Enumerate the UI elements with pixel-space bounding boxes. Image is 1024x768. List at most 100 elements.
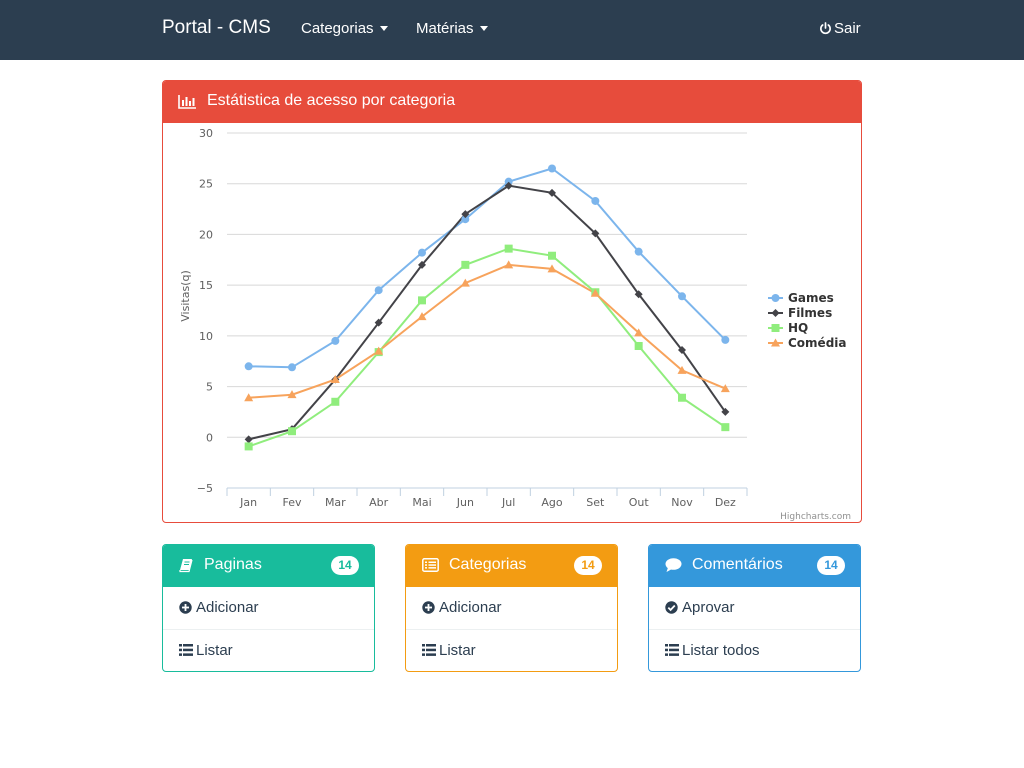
y-tick-label: 0 xyxy=(206,431,213,444)
series-line-hq xyxy=(248,247,726,448)
stats-panel-header: Estátistica de acesso por categoria xyxy=(163,81,861,123)
legend-item-games[interactable]: Games xyxy=(768,291,834,305)
data-point-games xyxy=(418,248,426,257)
comentarios-listar-todos-label: Listar todos xyxy=(682,642,760,659)
data-point-filmes xyxy=(244,435,253,444)
x-tick-label: Mar xyxy=(325,496,346,509)
y-tick-label: 5 xyxy=(206,381,213,394)
data-point-hq xyxy=(331,397,340,406)
paginas-panel: Paginas 14 Adicionar Listar xyxy=(162,544,375,672)
stats-panel-title: Estátistica de acesso por categoria xyxy=(207,92,456,109)
data-point-games xyxy=(288,363,296,372)
legend-label: Filmes xyxy=(788,306,832,320)
data-point-hq xyxy=(288,427,296,436)
legend-symbol-marker xyxy=(771,294,780,302)
paginas-adicionar-label: Adicionar xyxy=(196,599,259,616)
data-point-hq xyxy=(678,393,686,402)
logout-link[interactable]: Sair xyxy=(819,20,861,37)
caret-down-icon xyxy=(379,25,388,31)
data-point-hq xyxy=(721,423,730,432)
x-tick-label: Jul xyxy=(501,496,515,509)
series-line-filmes xyxy=(248,184,727,441)
bar-chart-icon xyxy=(178,95,196,109)
paginas-listar-link[interactable]: Listar xyxy=(163,629,374,671)
legend-label: Comédia xyxy=(788,336,847,350)
logout-label: Sair xyxy=(834,20,861,37)
navbar: Portal - CMS Categorias Matérias Sair xyxy=(0,0,1024,60)
categorias-count-badge: 14 xyxy=(574,556,602,575)
materias-dropdown[interactable]: Matérias xyxy=(416,20,488,37)
y-tick-label: −5 xyxy=(197,482,213,495)
comentarios-count-badge: 14 xyxy=(817,556,845,575)
paginas-adicionar-link[interactable]: Adicionar xyxy=(163,587,374,629)
data-point-hq xyxy=(244,442,253,451)
x-tick-label: Fev xyxy=(282,496,301,509)
paginas-count-badge: 14 xyxy=(331,556,359,575)
comment-icon xyxy=(665,558,682,572)
plus-circle-icon xyxy=(179,601,192,614)
x-tick-label: Mai xyxy=(412,496,431,509)
data-point-hq xyxy=(418,296,426,305)
data-point-hq xyxy=(548,251,556,260)
y-tick-label: 20 xyxy=(199,228,213,241)
data-point-games xyxy=(244,362,253,371)
categorias-listar-label: Listar xyxy=(439,642,476,659)
data-point-hq xyxy=(634,342,643,350)
categorias-listar-link[interactable]: Listar xyxy=(406,629,617,671)
legend-item-comedia[interactable]: Comédia xyxy=(768,336,847,350)
data-point-games xyxy=(721,335,730,344)
stats-panel: Estátistica de acesso por categoria −5 0 5… xyxy=(162,80,862,523)
y-axis-title: Visitas(q) xyxy=(179,270,192,321)
data-point-games xyxy=(548,164,556,173)
comentarios-panel-title: Comentários xyxy=(692,556,783,573)
paginas-panel-title: Paginas xyxy=(204,556,262,573)
data-point-games xyxy=(634,247,643,256)
y-tick-label: 15 xyxy=(199,279,213,292)
categorias-dropdown[interactable]: Categorias xyxy=(301,20,388,37)
y-tick-label: 30 xyxy=(199,127,213,140)
list-alt-icon xyxy=(422,558,439,572)
paginas-panel-header: Paginas 14 xyxy=(163,545,374,587)
materias-label: Matérias xyxy=(416,20,474,37)
paginas-listar-label: Listar xyxy=(196,642,233,659)
x-tick-label: Nov xyxy=(671,496,693,509)
check-circle-icon xyxy=(665,601,678,614)
categorias-adicionar-label: Adicionar xyxy=(439,599,502,616)
x-tick-label: Jun xyxy=(456,496,474,509)
categorias-panel-header: Categorias 14 xyxy=(406,545,617,587)
data-point-games xyxy=(331,336,340,345)
comentarios-listar-todos-link[interactable]: Listar todos xyxy=(649,629,860,671)
chart-credits[interactable]: Highcharts.com xyxy=(780,512,851,522)
line-chart: −5 0 5 10 15 20 25 30 Jan Fev Mar Abr Mai Jun Jul Ago Se… xyxy=(179,127,851,522)
data-point-hq xyxy=(504,244,513,253)
categorias-panel: Categorias 14 Adicionar Listar xyxy=(405,544,618,672)
x-tick-label: Out xyxy=(629,496,650,509)
book-icon xyxy=(179,559,193,573)
series-line-games xyxy=(248,167,727,369)
list-icon xyxy=(179,644,193,656)
legend-item-filmes[interactable]: Filmes xyxy=(768,306,832,320)
plus-circle-icon xyxy=(422,601,435,614)
legend-symbol-marker xyxy=(771,324,780,332)
legend-symbol-marker xyxy=(771,309,780,317)
data-point-games xyxy=(374,286,383,295)
legend-item-hq[interactable]: HQ xyxy=(768,321,808,335)
x-tick-label: Set xyxy=(586,496,605,509)
y-tick-label: 10 xyxy=(199,330,213,343)
x-tick-label: Dez xyxy=(715,496,736,509)
data-point-games xyxy=(678,292,686,301)
legend-label: HQ xyxy=(788,321,808,335)
brand-link[interactable]: Portal - CMS xyxy=(162,17,271,39)
list-icon xyxy=(665,644,679,656)
power-icon xyxy=(820,22,831,35)
x-tick-label: Ago xyxy=(541,496,563,509)
caret-down-icon xyxy=(479,25,488,31)
comentarios-aprovar-label: Aprovar xyxy=(682,599,735,616)
x-tick-label: Jan xyxy=(239,496,257,509)
comentarios-aprovar-link[interactable]: Aprovar xyxy=(649,587,860,629)
categorias-adicionar-link[interactable]: Adicionar xyxy=(406,587,617,629)
comentarios-panel-header: Comentários 14 xyxy=(649,545,860,587)
list-icon xyxy=(422,644,436,656)
legend-label: Games xyxy=(788,291,834,305)
categorias-label: Categorias xyxy=(301,20,374,37)
